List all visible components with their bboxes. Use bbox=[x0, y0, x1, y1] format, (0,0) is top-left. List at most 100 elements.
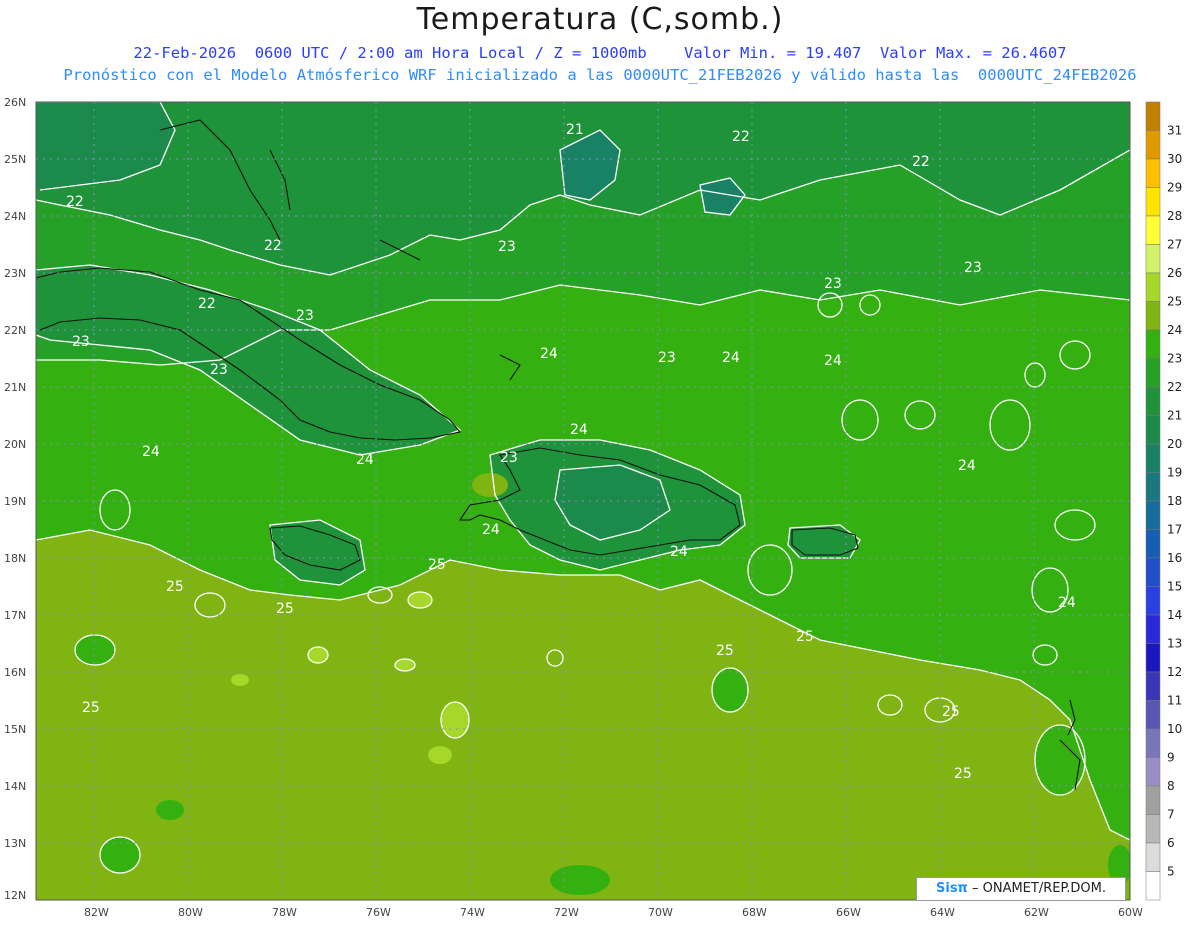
contour-label: 25 bbox=[716, 643, 734, 659]
colorbar-label: 22 bbox=[1167, 380, 1182, 394]
colorbar-label: 6 bbox=[1167, 836, 1175, 850]
lon-label: 68W bbox=[742, 906, 767, 919]
contour-label: 24 bbox=[570, 422, 588, 438]
colorbar-swatch bbox=[1145, 158, 1161, 188]
lat-axis: 26N 25N 24N 23N 22N 21N 20N 19N 18N 17N … bbox=[4, 96, 26, 902]
colorbar-label: 19 bbox=[1167, 466, 1182, 480]
colorbar-swatch bbox=[1145, 101, 1161, 131]
colorbar-swatch bbox=[1145, 557, 1161, 587]
colorbar-swatch bbox=[1145, 814, 1161, 844]
colorbar-swatch bbox=[1145, 643, 1161, 673]
lat-label: 14N bbox=[4, 780, 26, 793]
lon-label: 76W bbox=[366, 906, 391, 919]
credit-text: – ONAMET/REP.DOM. bbox=[967, 881, 1106, 896]
contour-label: 23 bbox=[210, 362, 228, 378]
contour-label: 25 bbox=[276, 601, 294, 617]
colorbar-swatch bbox=[1145, 871, 1161, 901]
colorbar-swatch bbox=[1145, 671, 1161, 701]
colorbar-label: 26 bbox=[1167, 266, 1182, 280]
colorbar: 31 30 29 28 27 26 25 24 23 22 21 20 19 18 17 16 15 14 13 12… bbox=[1145, 101, 1182, 901]
contour-label: 25 bbox=[166, 579, 184, 595]
contour-label: 22 bbox=[264, 238, 282, 254]
contour-label: 22 bbox=[912, 154, 930, 170]
colorbar-swatch bbox=[1145, 586, 1161, 616]
contour-label: 24 bbox=[1058, 595, 1076, 611]
colorbar-swatch bbox=[1145, 842, 1161, 872]
colorbar-swatch bbox=[1145, 272, 1161, 302]
contour-label: 24 bbox=[670, 544, 688, 560]
contour-label: 24 bbox=[482, 522, 500, 538]
colorbar-label: 20 bbox=[1167, 437, 1182, 451]
lat-label: 15N bbox=[4, 723, 26, 736]
contour-label: 25 bbox=[942, 704, 960, 720]
colorbar-swatch bbox=[1145, 187, 1161, 217]
contour-label: 25 bbox=[796, 629, 814, 645]
lon-label: 72W bbox=[554, 906, 579, 919]
colorbar-swatch bbox=[1145, 728, 1161, 758]
lat-label: 26N bbox=[4, 96, 26, 109]
credit-brand: Sisπ bbox=[936, 881, 968, 896]
lon-label: 78W bbox=[272, 906, 297, 919]
contour-label: 24 bbox=[722, 350, 740, 366]
contour-label: 24 bbox=[142, 444, 160, 460]
lat-label: 24N bbox=[4, 210, 26, 223]
lat-label: 12N bbox=[4, 889, 26, 902]
lat-label: 23N bbox=[4, 267, 26, 280]
band-24-blob bbox=[550, 865, 610, 895]
band-26-spot bbox=[428, 746, 452, 764]
lat-label: 16N bbox=[4, 666, 26, 679]
colorbar-swatch bbox=[1145, 500, 1161, 530]
contour-label: 23 bbox=[658, 350, 676, 366]
contour-label: 22 bbox=[732, 129, 750, 145]
colorbar-label: 25 bbox=[1167, 295, 1182, 309]
contour-label: 23 bbox=[964, 260, 982, 276]
shaded-field: 21 22 22 22 22 22 23 23 23 23 23 23 23 2… bbox=[36, 102, 1130, 900]
colorbar-label: 15 bbox=[1167, 580, 1182, 594]
colorbar-label: 8 bbox=[1167, 779, 1175, 793]
colorbar-label: 21 bbox=[1167, 409, 1182, 423]
colorbar-label: 9 bbox=[1167, 751, 1175, 765]
colorbar-label: 10 bbox=[1167, 722, 1182, 736]
lon-label: 70W bbox=[648, 906, 673, 919]
band-24-blob bbox=[156, 800, 184, 820]
lon-axis: 82W 80W 78W 76W 74W 72W 70W 68W 66W 64W … bbox=[84, 906, 1143, 919]
lon-label: 80W bbox=[178, 906, 203, 919]
temperature-map: 21 22 22 22 22 22 23 23 23 23 23 23 23 2… bbox=[4, 96, 1182, 919]
colorbar-swatch bbox=[1145, 358, 1161, 388]
lon-label: 66W bbox=[836, 906, 861, 919]
contour-label: 25 bbox=[428, 557, 446, 573]
colorbar-swatch bbox=[1145, 215, 1161, 245]
colorbar-label: 12 bbox=[1167, 665, 1182, 679]
lon-label: 62W bbox=[1024, 906, 1049, 919]
lat-label: 13N bbox=[4, 837, 26, 850]
lat-label: 20N bbox=[4, 438, 26, 451]
contour-label: 24 bbox=[356, 452, 374, 468]
contour-label: 23 bbox=[498, 239, 516, 255]
colorbar-swatch bbox=[1145, 614, 1161, 644]
lat-label: 18N bbox=[4, 552, 26, 565]
lon-label: 64W bbox=[930, 906, 955, 919]
contour-label: 23 bbox=[500, 450, 518, 466]
lat-label: 19N bbox=[4, 495, 26, 508]
colorbar-label: 27 bbox=[1167, 238, 1182, 252]
colorbar-swatch bbox=[1145, 329, 1161, 359]
colorbar-label: 14 bbox=[1167, 608, 1182, 622]
colorbar-swatch bbox=[1145, 386, 1161, 416]
colorbar-label: 28 bbox=[1167, 209, 1182, 223]
contour-label: 22 bbox=[198, 296, 216, 312]
colorbar-label: 7 bbox=[1167, 808, 1175, 822]
credit-box: Sisπ – ONAMET/REP.DOM. bbox=[916, 877, 1126, 901]
colorbar-swatch bbox=[1145, 700, 1161, 730]
contour-label: 21 bbox=[566, 122, 584, 138]
lat-label: 17N bbox=[4, 609, 26, 622]
band-26-spot bbox=[231, 674, 249, 686]
contour-label: 24 bbox=[958, 458, 976, 474]
contour-label: 24 bbox=[540, 346, 558, 362]
colorbar-label: 23 bbox=[1167, 352, 1182, 366]
colorbar-swatch bbox=[1145, 529, 1161, 559]
contour-label: 23 bbox=[296, 308, 314, 324]
colorbar-label: 17 bbox=[1167, 523, 1182, 537]
lon-label: 74W bbox=[460, 906, 485, 919]
contour-label: 23 bbox=[72, 334, 90, 350]
colorbar-swatch bbox=[1145, 301, 1161, 331]
